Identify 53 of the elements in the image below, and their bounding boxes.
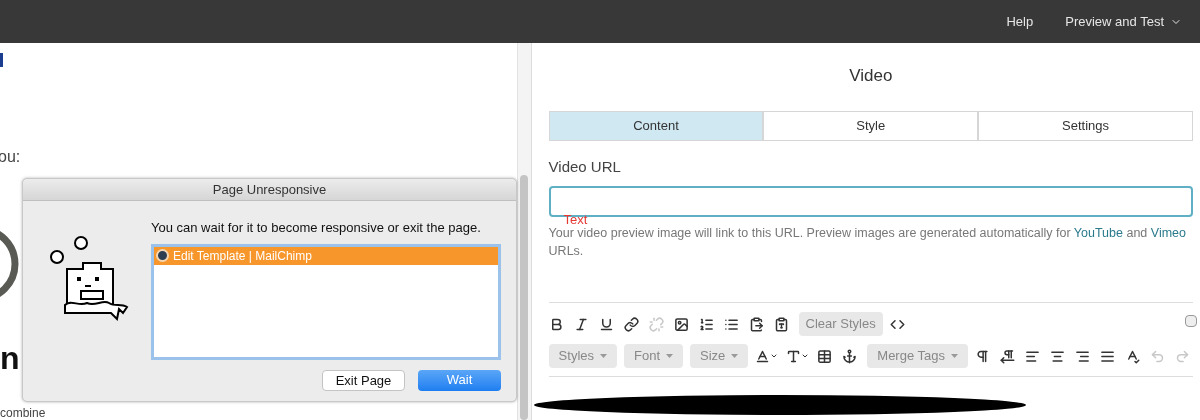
panel-title: Video — [848, 65, 894, 87]
pilcrow-icon — [975, 348, 990, 364]
align-center-icon — [1050, 348, 1065, 364]
heading-text: n — [0, 342, 21, 374]
align-justify-icon — [1100, 348, 1115, 364]
undo-icon — [1150, 348, 1165, 364]
caret-icon — [951, 354, 958, 358]
spellcheck-icon — [1125, 348, 1140, 364]
url-field[interactable] — [548, 186, 1193, 217]
text-link[interactable]: Vimeo — [1150, 226, 1186, 240]
tab[interactable]: Settings — [978, 110, 1193, 141]
nav-link[interactable]: Preview and Test — [1065, 11, 1182, 32]
paste-icon — [748, 316, 764, 332]
redo-icon — [1175, 348, 1190, 364]
field-label: Video URL — [548, 156, 622, 177]
text-fragment — [0, 53, 3, 67]
dialog-button[interactable]: Wait — [418, 369, 501, 391]
caret-icon — [801, 352, 810, 360]
anchor-icon — [842, 348, 858, 364]
align-left-icon — [1025, 348, 1040, 364]
dropdown-button[interactable]: Styles — [548, 344, 617, 368]
italic-icon — [573, 316, 589, 332]
caret-icon — [666, 354, 673, 358]
scrollbar-thumb[interactable] — [520, 175, 529, 420]
collapse-icon[interactable] — [1185, 315, 1197, 327]
background-color-icon — [786, 348, 802, 364]
dialog-button[interactable]: Exit Page — [322, 369, 405, 391]
link-icon — [623, 316, 639, 332]
tab[interactable]: Style — [763, 110, 979, 141]
caret-icon — [731, 354, 739, 358]
image-icon — [673, 316, 689, 332]
dropdown-button[interactable]: Size — [690, 344, 749, 368]
text-color-icon — [755, 348, 771, 364]
ordered-list-icon — [698, 316, 714, 332]
help-text: Your video preview image will link to this URL. Preview images are generated automatically for YouTube and Vimeo URLs. — [548, 225, 1187, 260]
underline-icon — [598, 316, 614, 332]
dropdown-button[interactable]: Font — [624, 344, 683, 368]
paste-text-icon — [773, 316, 789, 332]
dialog-message: You can wait for it to become responsive or exit the page. — [151, 219, 482, 237]
nav-link[interactable]: Help — [1006, 11, 1034, 32]
align-right-icon — [1075, 348, 1090, 364]
pilcrow-left-icon — [1000, 348, 1015, 364]
clear-styles-button[interactable]: Clear Styles — [798, 312, 883, 336]
bullet-list-icon — [723, 316, 739, 332]
caret-icon — [770, 352, 779, 360]
body-text: combine — [0, 407, 47, 419]
table-icon — [817, 348, 833, 364]
unlink-icon — [648, 316, 664, 332]
text-link[interactable]: YouTube — [1073, 226, 1123, 240]
caret-icon — [600, 354, 607, 358]
dropdown-button[interactable]: Merge Tags — [867, 344, 968, 368]
tab[interactable]: Content — [548, 110, 764, 141]
dialog-title: Page Unresponsive — [23, 179, 516, 201]
